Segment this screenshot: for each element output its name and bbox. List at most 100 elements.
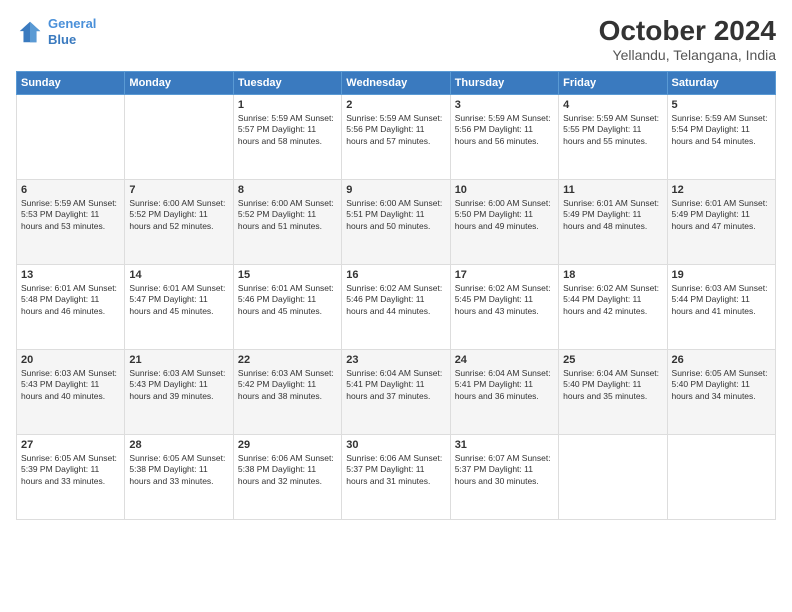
day-number: 13 <box>21 269 120 281</box>
day-cell: 22 Sunrise: 6:03 AM Sunset: 5:42 PM Dayli… <box>233 349 341 434</box>
day-number: 27 <box>21 439 120 451</box>
day-cell: 18 Sunrise: 6:02 AM Sunset: 5:44 PM Dayli… <box>559 264 667 349</box>
day-info: Sunrise: 6:02 AM Sunset: 5:44 PM Dayligh… <box>563 283 662 317</box>
day-number: 14 <box>129 269 228 281</box>
day-number: 21 <box>129 354 228 366</box>
page-container: General Blue October 2024 Yellandu, Tela… <box>0 0 792 612</box>
day-number: 22 <box>238 354 337 366</box>
day-info: Sunrise: 6:06 AM Sunset: 5:37 PM Dayligh… <box>346 453 445 487</box>
day-number: 28 <box>129 439 228 451</box>
day-cell: 11 Sunrise: 6:01 AM Sunset: 5:49 PM Dayli… <box>559 179 667 264</box>
day-number: 15 <box>238 269 337 281</box>
day-info: Sunrise: 6:00 AM Sunset: 5:52 PM Dayligh… <box>129 198 228 232</box>
day-info: Sunrise: 6:05 AM Sunset: 5:40 PM Dayligh… <box>672 368 771 402</box>
day-cell: 17 Sunrise: 6:02 AM Sunset: 5:45 PM Dayli… <box>450 264 558 349</box>
day-cell: 3 Sunrise: 5:59 AM Sunset: 5:56 PM Daylig… <box>450 94 558 179</box>
day-number: 7 <box>129 184 228 196</box>
day-cell: 29 Sunrise: 6:06 AM Sunset: 5:38 PM Dayli… <box>233 434 341 519</box>
day-info: Sunrise: 6:00 AM Sunset: 5:51 PM Dayligh… <box>346 198 445 232</box>
title-block: October 2024 Yellandu, Telangana, India <box>599 16 776 63</box>
day-info: Sunrise: 6:00 AM Sunset: 5:52 PM Dayligh… <box>238 198 337 232</box>
day-cell: 2Sunrise: 5:59 AM Sunset: 5:56 PM Daylig… <box>342 94 450 179</box>
day-info: Sunrise: 6:03 AM Sunset: 5:42 PM Dayligh… <box>238 368 337 402</box>
day-cell: 30 Sunrise: 6:06 AM Sunset: 5:37 PM Dayli… <box>342 434 450 519</box>
header-row: Sunday Monday Tuesday Wednesday Thursday… <box>17 71 776 94</box>
day-cell <box>17 94 125 179</box>
col-wednesday: Wednesday <box>342 71 450 94</box>
day-number: 2 <box>346 99 445 111</box>
calendar-body: 1 Sunrise: 5:59 AM Sunset: 5:57 PM Daylig… <box>17 94 776 519</box>
location-title: Yellandu, Telangana, India <box>599 47 776 63</box>
calendar-header: Sunday Monday Tuesday Wednesday Thursday… <box>17 71 776 94</box>
logo-line1: General <box>48 16 96 31</box>
day-info: Sunrise: 6:04 AM Sunset: 5:40 PM Dayligh… <box>563 368 662 402</box>
day-cell <box>559 434 667 519</box>
day-number: 9 <box>346 184 445 196</box>
day-number: 23 <box>346 354 445 366</box>
day-cell: 13Sunrise: 6:01 AM Sunset: 5:48 PM Dayli… <box>17 264 125 349</box>
day-info: Sunrise: 6:04 AM Sunset: 5:41 PM Dayligh… <box>346 368 445 402</box>
day-number: 3 <box>455 99 554 111</box>
day-cell: 28Sunrise: 6:05 AM Sunset: 5:38 PM Dayli… <box>125 434 233 519</box>
day-info: Sunrise: 6:03 AM Sunset: 5:43 PM Dayligh… <box>21 368 120 402</box>
day-info: Sunrise: 6:06 AM Sunset: 5:38 PM Dayligh… <box>238 453 337 487</box>
day-number: 19 <box>672 269 771 281</box>
day-cell: 12 Sunrise: 6:01 AM Sunset: 5:49 PM Dayli… <box>667 179 775 264</box>
day-cell: 6 Sunrise: 5:59 AM Sunset: 5:53 PM Daylig… <box>17 179 125 264</box>
day-number: 25 <box>563 354 662 366</box>
day-info: Sunrise: 5:59 AM Sunset: 5:55 PM Dayligh… <box>563 113 662 147</box>
day-cell <box>667 434 775 519</box>
day-number: 18 <box>563 269 662 281</box>
day-info: Sunrise: 6:02 AM Sunset: 5:46 PM Dayligh… <box>346 283 445 317</box>
day-number: 8 <box>238 184 337 196</box>
day-number: 4 <box>563 99 662 111</box>
day-info: Sunrise: 5:59 AM Sunset: 5:56 PM Dayligh… <box>455 113 554 147</box>
week-row-0: 1 Sunrise: 5:59 AM Sunset: 5:57 PM Daylig… <box>17 94 776 179</box>
day-cell: 26 Sunrise: 6:05 AM Sunset: 5:40 PM Dayli… <box>667 349 775 434</box>
day-number: 11 <box>563 184 662 196</box>
week-row-2: 13Sunrise: 6:01 AM Sunset: 5:48 PM Dayli… <box>17 264 776 349</box>
day-cell: 14Sunrise: 6:01 AM Sunset: 5:47 PM Dayli… <box>125 264 233 349</box>
day-info: Sunrise: 6:01 AM Sunset: 5:49 PM Dayligh… <box>563 198 662 232</box>
day-number: 17 <box>455 269 554 281</box>
day-cell <box>125 94 233 179</box>
day-number: 26 <box>672 354 771 366</box>
day-cell: 20Sunrise: 6:03 AM Sunset: 5:43 PM Dayli… <box>17 349 125 434</box>
day-number: 16 <box>346 269 445 281</box>
day-info: Sunrise: 6:01 AM Sunset: 5:46 PM Dayligh… <box>238 283 337 317</box>
day-cell: 9 Sunrise: 6:00 AM Sunset: 5:51 PM Daylig… <box>342 179 450 264</box>
col-saturday: Saturday <box>667 71 775 94</box>
day-number: 5 <box>672 99 771 111</box>
day-cell: 10 Sunrise: 6:00 AM Sunset: 5:50 PM Dayli… <box>450 179 558 264</box>
day-cell: 31Sunrise: 6:07 AM Sunset: 5:37 PM Dayli… <box>450 434 558 519</box>
day-info: Sunrise: 6:00 AM Sunset: 5:50 PM Dayligh… <box>455 198 554 232</box>
day-info: Sunrise: 6:07 AM Sunset: 5:37 PM Dayligh… <box>455 453 554 487</box>
day-cell: 4 Sunrise: 5:59 AM Sunset: 5:55 PM Daylig… <box>559 94 667 179</box>
col-thursday: Thursday <box>450 71 558 94</box>
day-cell: 7 Sunrise: 6:00 AM Sunset: 5:52 PM Daylig… <box>125 179 233 264</box>
day-info: Sunrise: 5:59 AM Sunset: 5:57 PM Dayligh… <box>238 113 337 147</box>
day-info: Sunrise: 6:02 AM Sunset: 5:45 PM Dayligh… <box>455 283 554 317</box>
day-number: 1 <box>238 99 337 111</box>
week-row-4: 27Sunrise: 6:05 AM Sunset: 5:39 PM Dayli… <box>17 434 776 519</box>
day-info: Sunrise: 6:01 AM Sunset: 5:49 PM Dayligh… <box>672 198 771 232</box>
logo: General Blue <box>16 16 96 47</box>
week-row-3: 20Sunrise: 6:03 AM Sunset: 5:43 PM Dayli… <box>17 349 776 434</box>
day-cell: 27Sunrise: 6:05 AM Sunset: 5:39 PM Dayli… <box>17 434 125 519</box>
day-number: 12 <box>672 184 771 196</box>
day-info: Sunrise: 5:59 AM Sunset: 5:53 PM Dayligh… <box>21 198 120 232</box>
header: General Blue October 2024 Yellandu, Tela… <box>16 16 776 63</box>
day-number: 29 <box>238 439 337 451</box>
day-number: 30 <box>346 439 445 451</box>
day-info: Sunrise: 6:03 AM Sunset: 5:44 PM Dayligh… <box>672 283 771 317</box>
day-number: 10 <box>455 184 554 196</box>
col-sunday: Sunday <box>17 71 125 94</box>
col-tuesday: Tuesday <box>233 71 341 94</box>
day-number: 6 <box>21 184 120 196</box>
day-info: Sunrise: 6:04 AM Sunset: 5:41 PM Dayligh… <box>455 368 554 402</box>
logo-line2: Blue <box>48 32 76 47</box>
week-row-1: 6 Sunrise: 5:59 AM Sunset: 5:53 PM Daylig… <box>17 179 776 264</box>
day-cell: 16 Sunrise: 6:02 AM Sunset: 5:46 PM Dayli… <box>342 264 450 349</box>
day-cell: 24Sunrise: 6:04 AM Sunset: 5:41 PM Dayli… <box>450 349 558 434</box>
day-cell: 25 Sunrise: 6:04 AM Sunset: 5:40 PM Dayli… <box>559 349 667 434</box>
